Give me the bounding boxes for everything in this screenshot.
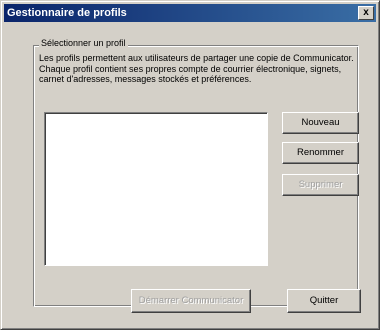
quit-button[interactable]: Quitter [287,289,361,313]
rename-profile-button[interactable]: Renommer [282,142,359,164]
start-communicator-button[interactable]: Démarrer Communicator [131,289,251,313]
profile-list[interactable] [44,112,268,266]
close-icon: x [363,7,369,18]
profile-manager-dialog: Gestionnaire de profils x Sélectionner u… [0,0,380,330]
description-text: Les profils permettent aux utilisateurs … [39,53,354,84]
group-label: Sélectionner un profil [39,38,128,48]
delete-profile-button[interactable]: Supprimer [282,174,359,196]
window-title: Gestionnaire de profils [7,7,127,19]
title-bar[interactable]: Gestionnaire de profils x [4,4,376,22]
close-button[interactable]: x [358,6,374,20]
new-profile-button[interactable]: Nouveau [282,112,359,134]
